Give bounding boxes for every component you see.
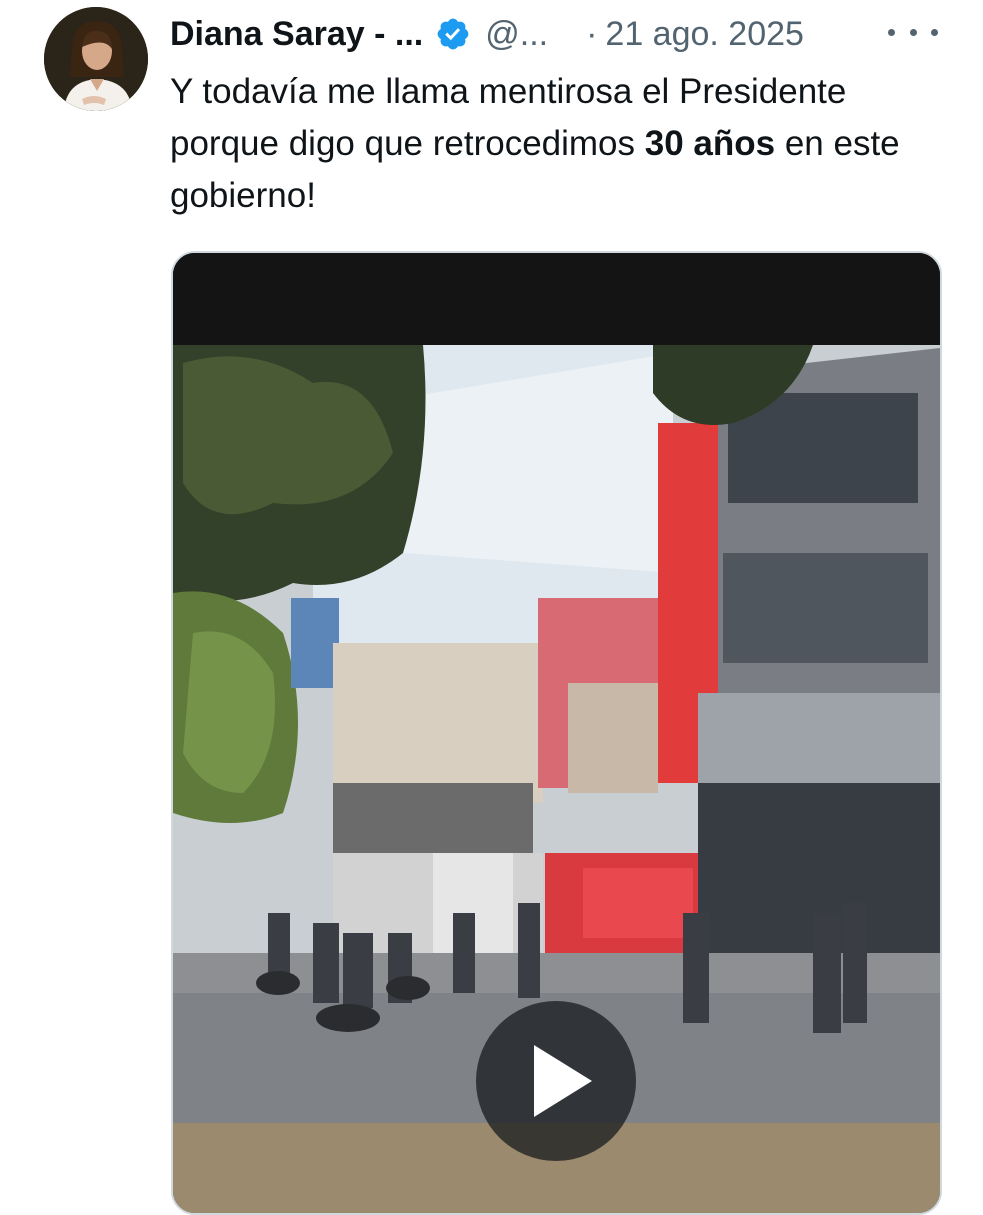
more-options-icon[interactable]	[888, 18, 938, 46]
tweet-header: Diana Saray - ... @... · 21 ago. 2025	[170, 10, 970, 58]
more-dot	[931, 28, 938, 36]
user-handle[interactable]: @...	[485, 15, 548, 54]
play-button[interactable]	[476, 1001, 636, 1161]
post-date[interactable]: 21 ago. 2025	[605, 15, 804, 54]
verified-badge-icon	[435, 16, 471, 52]
header-separator: ·	[586, 14, 598, 53]
more-dot	[909, 28, 917, 36]
tweet-text: Y todavía me llama mentirosa el Presiden…	[170, 66, 950, 222]
tweet-text-bold: 30 años	[644, 124, 776, 163]
video-player[interactable]	[171, 251, 942, 1215]
play-icon	[534, 1045, 592, 1117]
avatar[interactable]	[44, 7, 148, 111]
more-dot	[888, 28, 895, 36]
display-name[interactable]: Diana Saray - ...	[170, 15, 423, 54]
avatar-photo	[44, 7, 148, 111]
